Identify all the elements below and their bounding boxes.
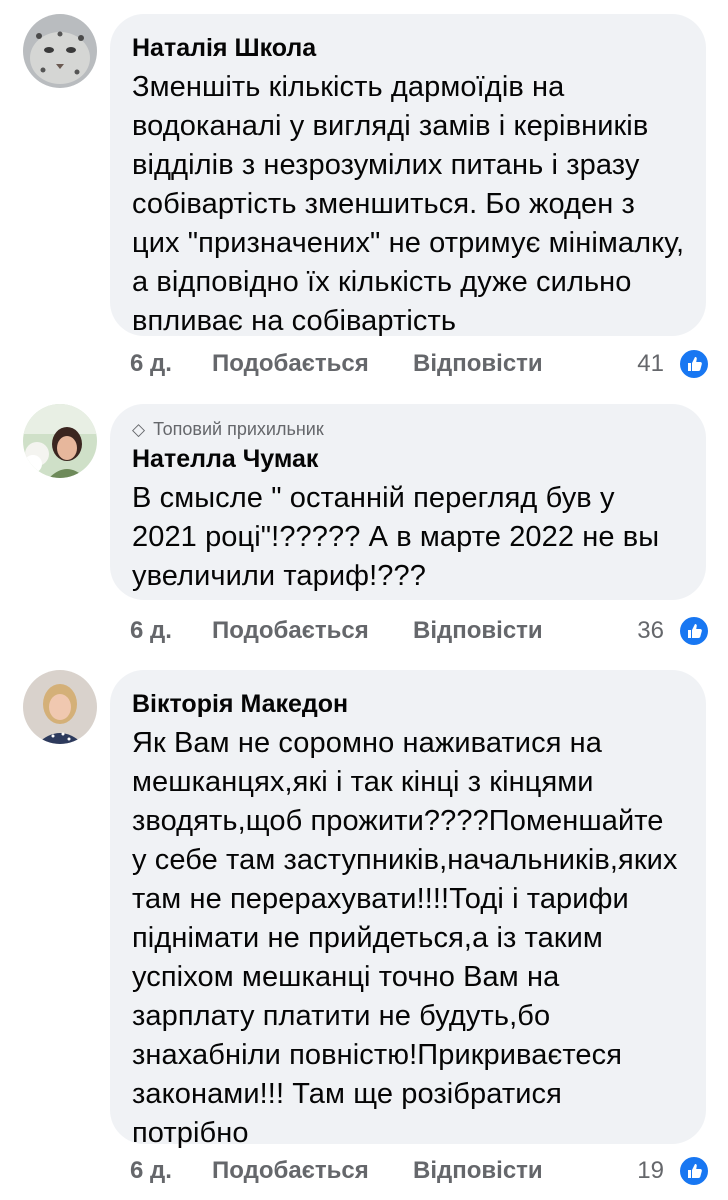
reaction-count[interactable]: 41 xyxy=(637,344,664,384)
comment-text: Як Вам не соромно наживатися на мешканця… xyxy=(132,727,678,1149)
comment-author[interactable]: Нателла Чумак xyxy=(132,443,686,475)
comment-timestamp[interactable]: 6 д. xyxy=(130,611,172,651)
comment-actions: 6 д. Подобається Відповісти 19 xyxy=(130,1151,710,1191)
reply-button[interactable]: Відповісти xyxy=(413,1151,543,1191)
avatar-snow-leopard-image xyxy=(23,14,97,88)
like-thumbs-up-icon[interactable] xyxy=(678,615,710,647)
avatar[interactable] xyxy=(23,670,97,744)
comment-timestamp[interactable]: 6 д. xyxy=(130,1151,172,1191)
reaction-count[interactable]: 19 xyxy=(637,1151,664,1191)
avatar[interactable] xyxy=(23,14,97,88)
diamond-icon: ◇ xyxy=(132,420,146,439)
avatar[interactable] xyxy=(23,404,97,478)
like-button[interactable]: Подобається xyxy=(212,1151,369,1191)
top-fan-label: Топовий прихильник xyxy=(153,419,324,439)
comment-timestamp[interactable]: 6 д. xyxy=(130,344,172,384)
comment-bubble: Наталія Школа Зменшіть кількість дармоїд… xyxy=(110,14,706,337)
reply-button[interactable]: Відповісти xyxy=(413,344,543,384)
avatar-woman-photo-image xyxy=(23,404,97,478)
reaction-count[interactable]: 36 xyxy=(637,611,664,651)
comment-text: В смысле " останній перегляд був у 2021 … xyxy=(132,482,660,592)
avatar-woman-photo-image xyxy=(23,670,97,744)
comment-author[interactable]: Вікторія Македон xyxy=(132,688,686,720)
comment-text: Зменшіть кількість дармоїдів на водокана… xyxy=(132,71,685,337)
comment-actions: 6 д. Подобається Відповісти 36 xyxy=(130,611,710,651)
comment-actions: 6 д. Подобається Відповісти 41 xyxy=(130,344,710,384)
like-button[interactable]: Подобається xyxy=(212,344,369,384)
comment-author[interactable]: Наталія Школа xyxy=(132,32,686,64)
like-button[interactable]: Подобається xyxy=(212,611,369,651)
like-thumbs-up-icon[interactable] xyxy=(678,1155,710,1187)
comment-bubble: Вікторія Македон Як Вам не соромно нажив… xyxy=(110,670,706,1149)
like-thumbs-up-icon[interactable] xyxy=(678,348,710,380)
comment-bubble: ◇ Топовий прихильник Нателла Чумак В смыс… xyxy=(110,404,706,600)
reply-button[interactable]: Відповісти xyxy=(413,611,543,651)
top-fan-badge: ◇ Топовий прихильник xyxy=(132,418,686,441)
